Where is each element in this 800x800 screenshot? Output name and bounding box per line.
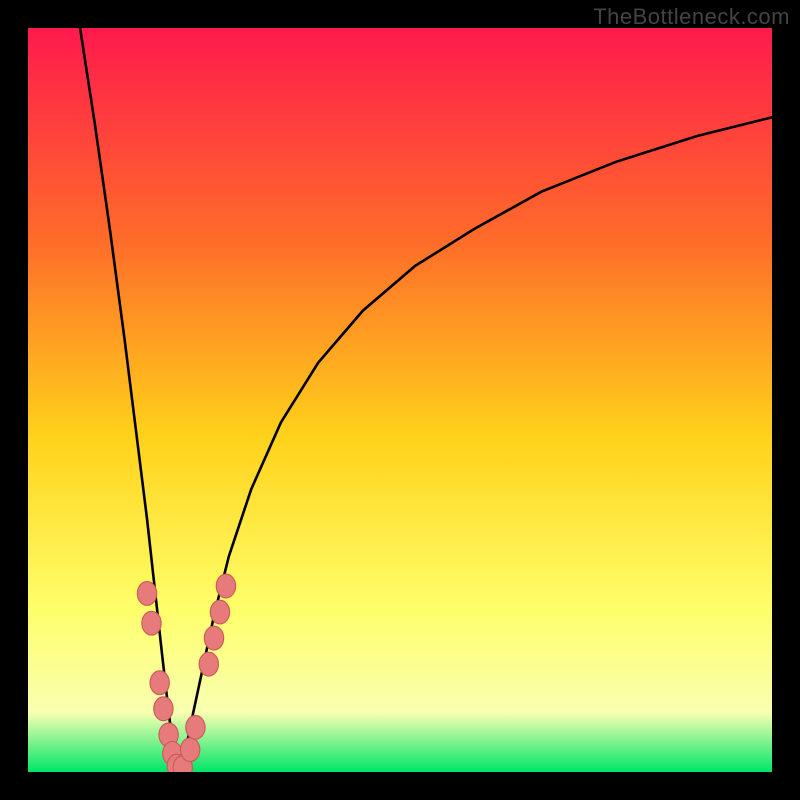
chart-frame: TheBottleneck.com <box>0 0 800 800</box>
data-marker <box>186 715 205 739</box>
watermark-label: TheBottleneck.com <box>593 4 790 30</box>
data-marker <box>150 671 169 695</box>
data-marker <box>216 574 235 598</box>
data-marker <box>154 697 173 721</box>
data-marker <box>199 652 218 676</box>
data-marker <box>204 626 223 650</box>
heat-background <box>28 28 772 772</box>
data-marker <box>210 600 229 624</box>
plot-area <box>28 28 772 772</box>
data-marker <box>142 611 161 635</box>
data-marker <box>137 582 156 606</box>
data-marker <box>181 738 200 762</box>
chart-svg <box>28 28 772 772</box>
